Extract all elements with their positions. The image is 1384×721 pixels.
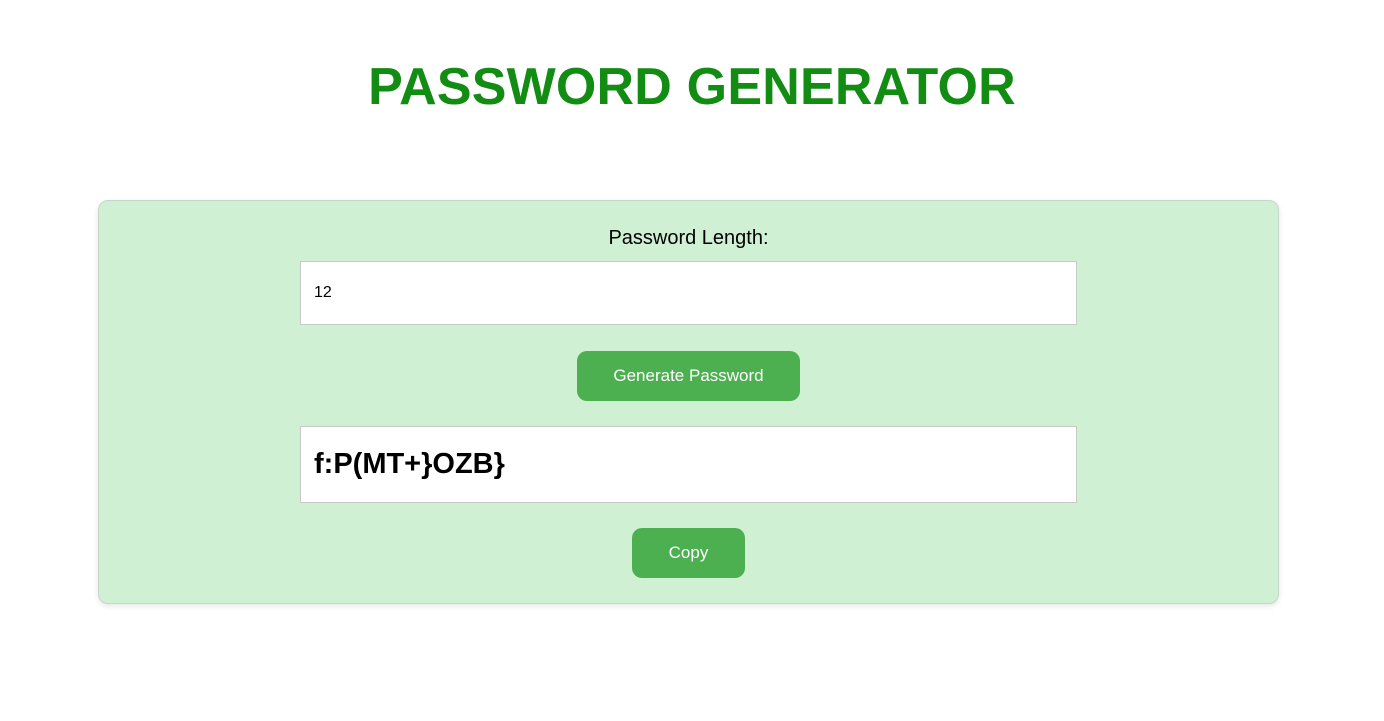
page-title: PASSWORD GENERATOR — [368, 58, 1016, 116]
copy-button[interactable]: Copy — [632, 528, 745, 578]
password-length-label: Password Length: — [608, 227, 769, 249]
password-length-input[interactable] — [300, 261, 1077, 325]
generator-card: Password Length: Generate Password f:P(M… — [98, 200, 1279, 604]
generated-password-output[interactable]: f:P(MT+}OZB} — [300, 426, 1077, 503]
generate-password-button[interactable]: Generate Password — [577, 351, 800, 401]
